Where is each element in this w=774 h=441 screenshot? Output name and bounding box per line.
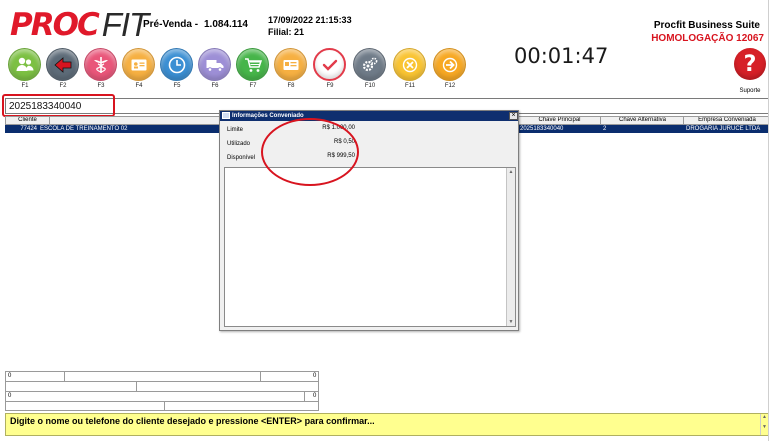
logo-proc-text: PROC	[10, 7, 100, 43]
f9-label: F9	[326, 83, 334, 89]
scroll-up-icon[interactable]: ▲	[761, 414, 768, 420]
grid-line	[164, 401, 165, 411]
dialog-titlebar[interactable]: Informações Conveniado	[220, 111, 518, 121]
total-value: 0	[313, 373, 317, 379]
cell-client-code: 77424	[20, 126, 37, 132]
next-arrow-icon	[433, 48, 466, 81]
window-edge	[768, 0, 769, 441]
total-value: 0	[8, 373, 12, 379]
dialog-notes-area[interactable]	[224, 167, 516, 327]
f7-button[interactable]: F7	[236, 48, 270, 94]
f2-label: F2	[59, 83, 67, 89]
f9-button[interactable]: F9	[313, 48, 347, 94]
filial-label: Filial: 21	[268, 27, 305, 37]
f7-label: F7	[249, 83, 257, 89]
f1-button[interactable]: F1	[8, 48, 42, 94]
f8-label: F8	[287, 83, 295, 89]
clock-icon	[160, 48, 193, 81]
f5-button[interactable]: F5	[160, 48, 194, 94]
f6-label: F6	[211, 83, 219, 89]
totals-grid: 0 0 0 0	[5, 371, 319, 411]
f12-button[interactable]: F12	[433, 48, 467, 94]
status-bar: Digite o nome ou telefone do cliente des…	[5, 413, 769, 436]
total-value: 0	[313, 393, 317, 399]
session-timer: 00:01:47	[514, 44, 609, 68]
cancel-icon	[393, 48, 426, 81]
f3-label: F3	[97, 83, 105, 89]
f2-button[interactable]: F2	[46, 48, 80, 94]
support-label: Suporte	[739, 88, 761, 94]
truck-icon	[198, 48, 231, 81]
f5-label: F5	[173, 83, 181, 89]
suite-title: Procfit Business Suite	[653, 20, 760, 31]
f1-label: F1	[21, 83, 29, 89]
app-header: PROC FIT Pré-Venda - 1.084.114 17/09/202…	[0, 0, 774, 98]
cell-empresa: DROGARIA JURUCE LTDA	[686, 126, 761, 132]
datetime-label: 17/09/2022 21:15:33	[268, 15, 352, 25]
grid-line	[6, 381, 318, 382]
back-arrow-icon	[46, 48, 79, 81]
scroll-down-icon[interactable]: ▼	[507, 318, 515, 326]
cell-chave-principal: 2025183340040	[520, 126, 564, 132]
dialog-title: Informações Conveniado	[232, 113, 304, 119]
caduceus-icon	[84, 48, 117, 81]
col-empresa-conveniada[interactable]: Empresa Conveniada	[685, 117, 769, 124]
cart-icon	[236, 48, 269, 81]
id-card-icon	[122, 48, 155, 81]
dialog-scrollbar[interactable]: ▲ ▼	[506, 168, 515, 326]
col-chave-principal[interactable]: Chave Principal	[519, 117, 601, 124]
f3-button[interactable]: F3	[84, 48, 118, 94]
status-scrollbar[interactable]: ▲ ▼	[760, 414, 768, 435]
col-cliente[interactable]: Cliente	[6, 117, 50, 124]
help-icon: ?	[734, 48, 766, 80]
grid-line	[260, 372, 261, 381]
col-chave-alternativa[interactable]: Chave Alternativa	[602, 117, 684, 124]
f4-button[interactable]: F4	[122, 48, 156, 94]
utilizado-value: R$ 0,50	[333, 139, 355, 145]
procfit-logo: PROC FIT	[10, 6, 149, 43]
f10-button[interactable]: F10	[353, 48, 387, 94]
grid-line	[304, 391, 305, 401]
window-icon	[222, 112, 230, 119]
grid-line	[136, 381, 137, 391]
logo-fit-text: FIT	[101, 6, 149, 43]
disponivel-value: R$ 999,50	[327, 153, 355, 159]
gears-icon	[353, 48, 386, 81]
scroll-down-icon[interactable]: ▼	[761, 424, 768, 430]
check-icon	[313, 48, 346, 81]
f12-label: F12	[444, 83, 456, 89]
f11-button[interactable]: F11	[393, 48, 427, 94]
f4-label: F4	[135, 83, 143, 89]
scroll-up-icon[interactable]: ▲	[507, 168, 515, 176]
conveniado-info-dialog: Informações Conveniado × Limite R$ 1.000…	[219, 110, 519, 331]
grid-line	[6, 391, 318, 392]
grid-line	[6, 401, 318, 402]
f10-label: F10	[364, 83, 376, 89]
status-message: Digite o nome ou telefone do cliente des…	[10, 416, 375, 426]
dialog-close-button[interactable]: ×	[509, 112, 518, 120]
card-icon	[274, 48, 307, 81]
session-info: 17/09/2022 21:15:33 Filial: 21	[268, 14, 352, 38]
limite-label: Limite	[227, 127, 244, 133]
cell-chave-alternativa: 2	[603, 126, 607, 132]
limite-value: R$ 1.000,00	[322, 125, 355, 131]
mode-label: Pré-Venda -	[143, 19, 199, 30]
f6-button[interactable]: F6	[198, 48, 232, 94]
f8-button[interactable]: F8	[274, 48, 308, 94]
users-icon	[8, 48, 41, 81]
grid-line	[64, 372, 65, 381]
disponivel-label: Disponível	[227, 155, 256, 161]
f11-label: F11	[405, 83, 415, 89]
utilizado-label: Utilizado	[227, 141, 251, 147]
version-label: 1.084.114	[204, 19, 248, 30]
support-button[interactable]: ? Suporte	[733, 48, 767, 96]
cell-client-name: ESCOLA DE TREINAMENTO 02	[40, 126, 128, 132]
total-value: 0	[8, 393, 12, 399]
environment-label: HOMOLOGAÇÃO 12067	[651, 33, 764, 44]
